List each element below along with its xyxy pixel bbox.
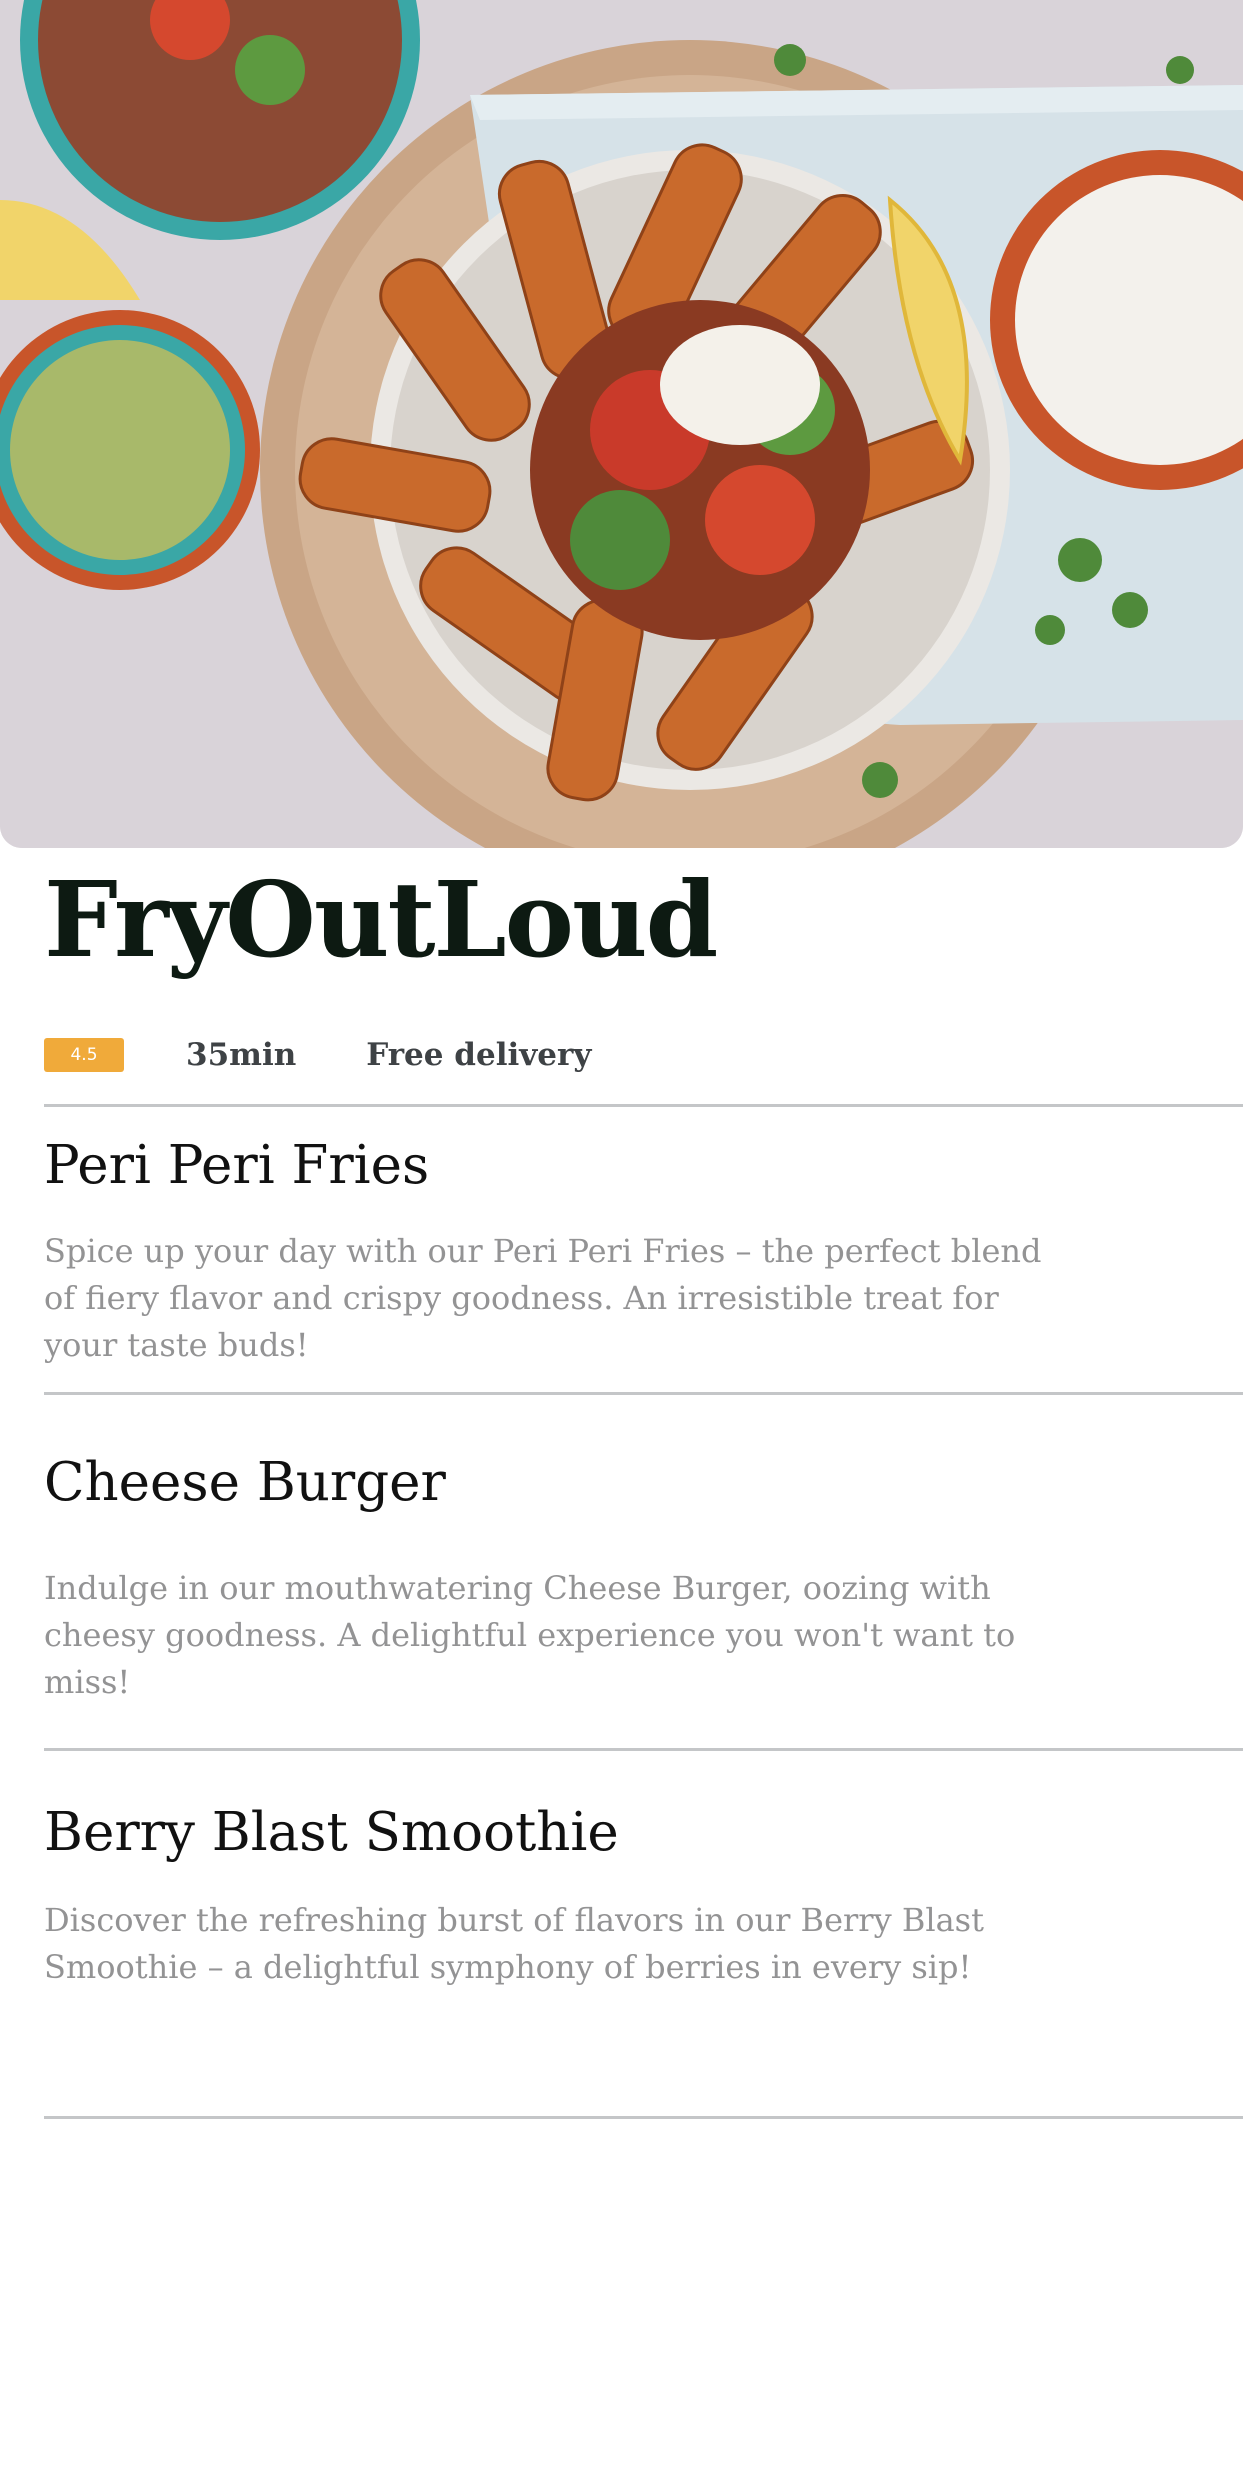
- restaurant-title: FryOutLoud: [44, 858, 718, 981]
- menu-item-description: Discover the refreshing burst of flavors…: [44, 1901, 984, 1986]
- divider: [44, 1748, 1243, 1751]
- restaurant-meta: 4.5 35min Free delivery: [44, 1030, 591, 1080]
- menu-item-name: Peri Peri Fries: [44, 1135, 430, 1196]
- menu-item-name: Berry Blast Smoothie: [44, 1802, 619, 1863]
- delivery-fee: Free delivery: [366, 1037, 592, 1073]
- divider: [44, 2116, 1243, 2119]
- divider: [44, 1392, 1243, 1395]
- delivery-time: 35min: [186, 1037, 297, 1073]
- menu-item-name: Cheese Burger: [44, 1452, 446, 1513]
- rating-badge: 4.5: [44, 1038, 124, 1072]
- hero-food-image: [0, 0, 1243, 848]
- menu-item-description: Indulge in our mouthwatering Cheese Burg…: [44, 1569, 1016, 1701]
- divider: [44, 1104, 1243, 1107]
- menu-item-description: Spice up your day with our Peri Peri Fri…: [44, 1232, 1042, 1364]
